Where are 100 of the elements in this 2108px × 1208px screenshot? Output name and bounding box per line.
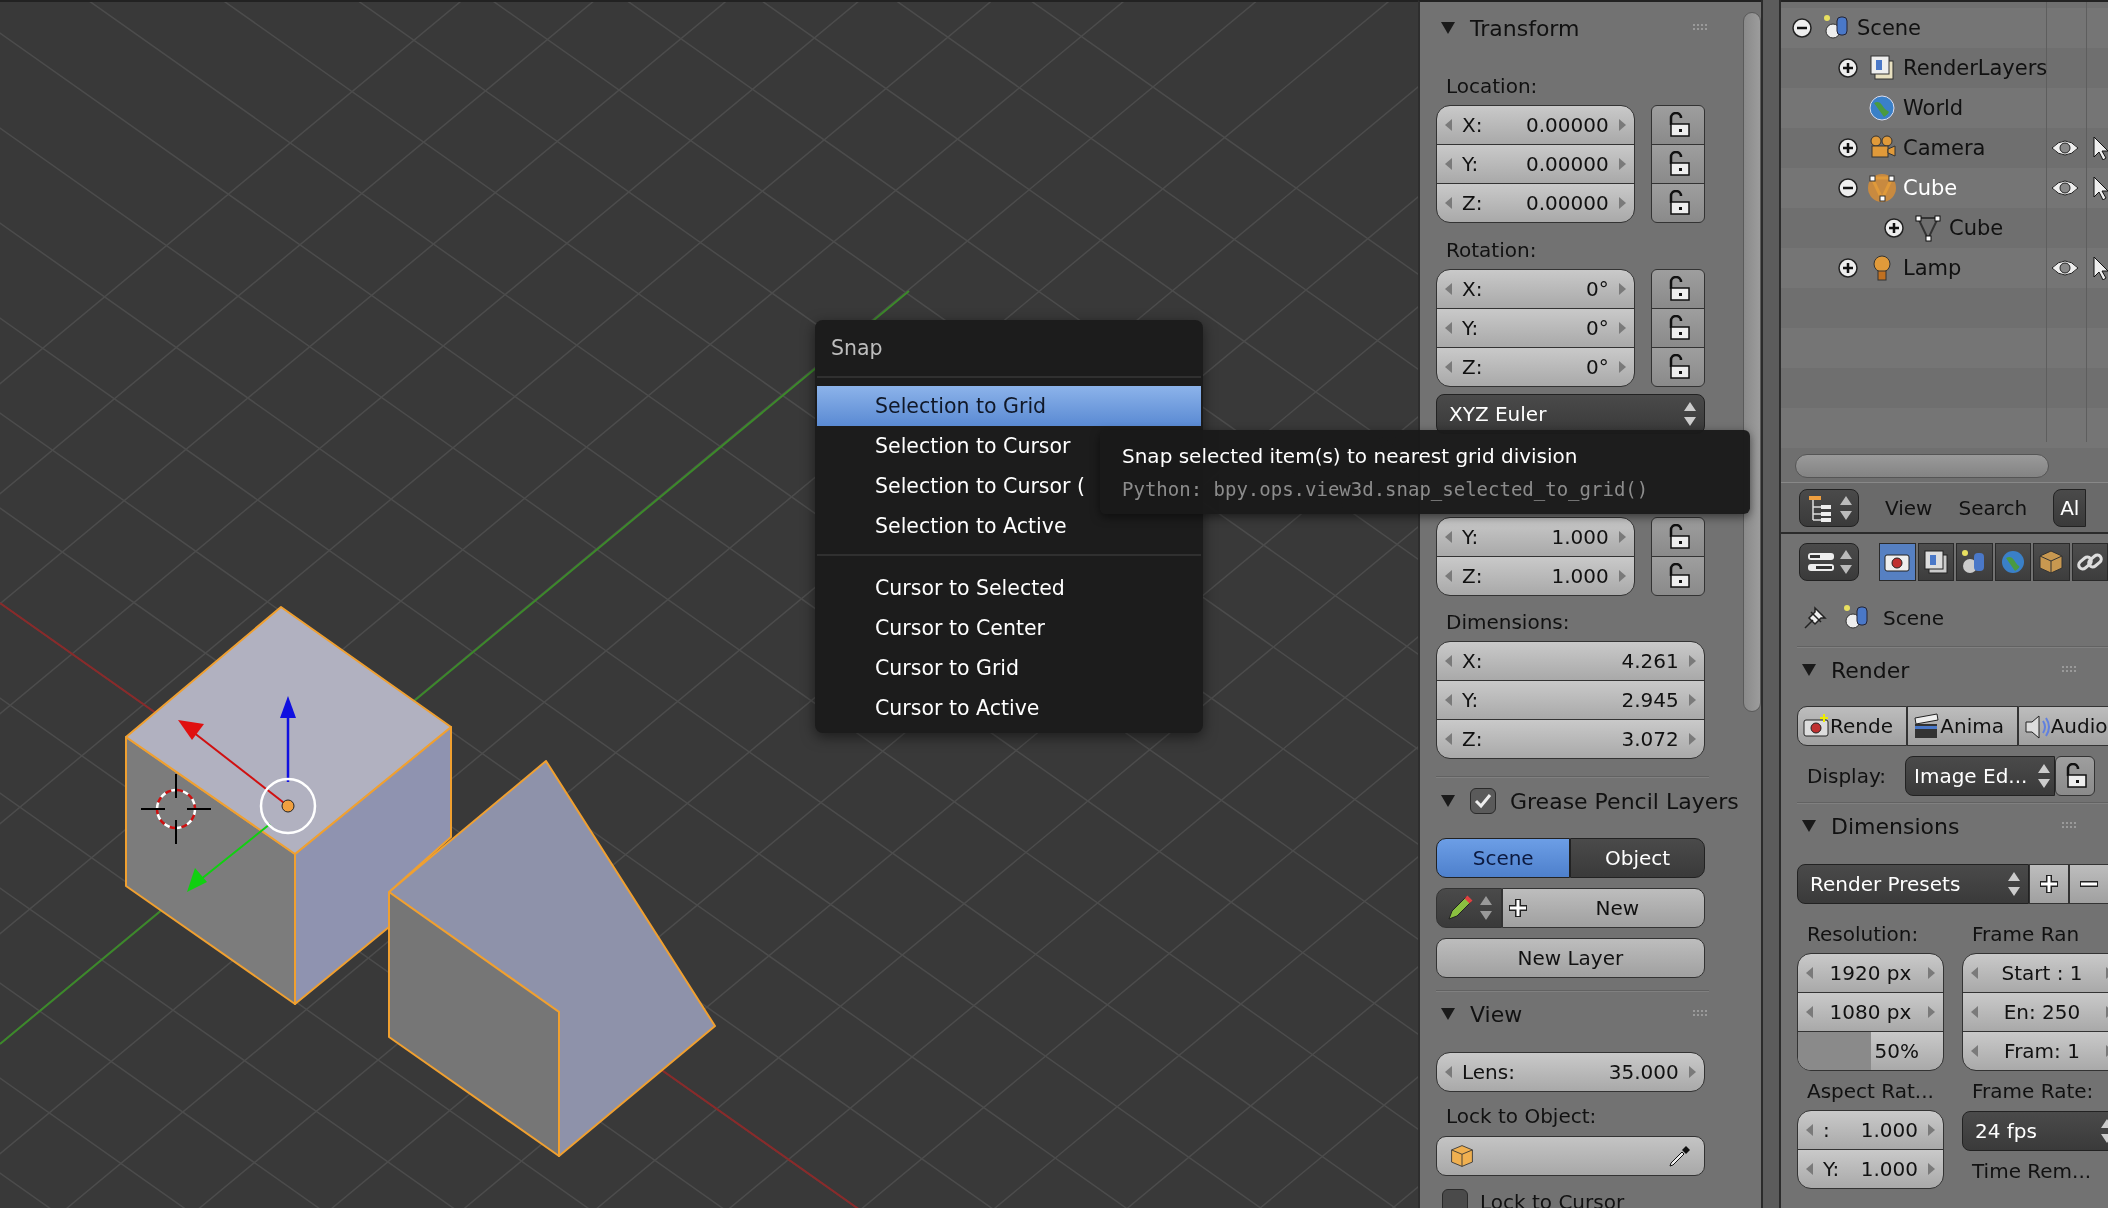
increment-arrow-icon[interactable] bbox=[1618, 197, 1626, 209]
eye-icon[interactable] bbox=[2051, 179, 2079, 197]
panel-title[interactable]: Grease Pencil Layers bbox=[1510, 788, 1739, 814]
number-field[interactable]: Z: 0.00000 bbox=[1436, 183, 1635, 223]
decrement-arrow-icon[interactable] bbox=[1971, 967, 1978, 979]
decrement-arrow-icon[interactable] bbox=[1445, 283, 1452, 295]
decrement-arrow-icon[interactable] bbox=[1806, 967, 1813, 979]
decrement-arrow-icon[interactable] bbox=[1806, 1006, 1813, 1018]
number-field[interactable]: En: 250 bbox=[1962, 992, 2108, 1032]
grip-icon[interactable] bbox=[2062, 822, 2078, 830]
add-preset-button[interactable] bbox=[2029, 864, 2069, 904]
increment-arrow-icon[interactable] bbox=[1928, 1163, 1935, 1175]
increment-arrow-icon[interactable] bbox=[1618, 283, 1626, 295]
decrement-arrow-icon[interactable] bbox=[1971, 1045, 1978, 1057]
outliner-item[interactable]: RenderLayers bbox=[1903, 56, 2048, 80]
disclosure-triangle-icon[interactable] bbox=[1440, 21, 1456, 35]
header-menu[interactable]: View bbox=[1885, 495, 1933, 520]
properties-tab[interactable] bbox=[1879, 543, 1916, 581]
increment-arrow-icon[interactable] bbox=[1618, 531, 1626, 543]
eye-icon[interactable] bbox=[2051, 139, 2079, 157]
tab[interactable]: Object bbox=[1570, 838, 1705, 878]
menu-item[interactable]: Cursor to Center bbox=[817, 608, 1201, 648]
disclosure-triangle-icon[interactable] bbox=[1801, 819, 1817, 833]
increment-arrow-icon[interactable] bbox=[1928, 967, 1935, 979]
number-field[interactable]: X: 4.261 bbox=[1436, 641, 1705, 681]
lock-button[interactable] bbox=[1650, 347, 1705, 387]
increment-arrow-icon[interactable] bbox=[1928, 1006, 1935, 1018]
decrement-arrow-icon[interactable] bbox=[1445, 733, 1452, 745]
disclosure-triangle-icon[interactable] bbox=[1440, 1007, 1456, 1021]
decrement-arrow-icon[interactable] bbox=[1806, 1163, 1813, 1175]
filter-button[interactable]: Al bbox=[2053, 488, 2087, 527]
panel-title[interactable]: Render bbox=[1831, 657, 2048, 683]
decrement-arrow-icon[interactable] bbox=[1445, 655, 1452, 667]
increment-arrow-icon[interactable] bbox=[1688, 694, 1696, 706]
number-field[interactable]: X: 0.00000 bbox=[1436, 105, 1635, 145]
number-field[interactable]: Y: 2.945 bbox=[1436, 680, 1705, 720]
properties-tab[interactable] bbox=[2071, 543, 2108, 581]
number-field[interactable]: Y: 1.000 bbox=[1436, 517, 1635, 557]
presets-dropdown[interactable]: Render Presets bbox=[1797, 864, 2029, 904]
outliner-item[interactable]: Lamp bbox=[1903, 256, 1962, 280]
decrement-arrow-icon[interactable] bbox=[1806, 1124, 1813, 1136]
number-field[interactable]: Z: 3.072 bbox=[1436, 719, 1705, 759]
lock-button[interactable] bbox=[2055, 756, 2095, 796]
menu-item[interactable]: Cursor to Grid bbox=[817, 648, 1201, 688]
number-field[interactable]: Z: 1.000 bbox=[1436, 556, 1635, 596]
new-button[interactable]: New bbox=[1502, 888, 1705, 928]
increment-arrow-icon[interactable] bbox=[1618, 570, 1626, 582]
render-button[interactable]: Rende bbox=[1797, 706, 1908, 746]
number-field[interactable]: 1080 px bbox=[1797, 992, 1944, 1032]
lock-button[interactable] bbox=[1650, 517, 1705, 557]
menu-item[interactable]: Cursor to Selected bbox=[817, 568, 1201, 608]
outliner-item[interactable]: Cube bbox=[1949, 216, 2004, 240]
render-button[interactable]: Anima bbox=[1907, 706, 2018, 746]
mesh-drawing[interactable] bbox=[125, 606, 716, 1157]
new-layer-button[interactable]: New Layer bbox=[1436, 938, 1705, 978]
pointer-icon[interactable] bbox=[2093, 136, 2108, 160]
expand-icon[interactable] bbox=[1838, 258, 1858, 278]
editor-type-button[interactable] bbox=[1799, 543, 1859, 581]
increment-arrow-icon[interactable] bbox=[1618, 361, 1626, 373]
outliner-item[interactable]: Cube bbox=[1903, 176, 1958, 200]
decrement-arrow-icon[interactable] bbox=[1445, 531, 1452, 543]
eyedropper-icon[interactable] bbox=[1667, 1144, 1692, 1168]
number-field[interactable]: Lens: 35.000 bbox=[1436, 1052, 1705, 1092]
number-field[interactable]: Start : 1 bbox=[1962, 953, 2108, 993]
menu-item[interactable]: Selection to Grid bbox=[817, 386, 1201, 426]
lock-button[interactable] bbox=[1650, 144, 1705, 184]
checkbox[interactable] bbox=[1470, 788, 1496, 814]
expand-icon[interactable] bbox=[1838, 138, 1858, 158]
decrement-arrow-icon[interactable] bbox=[1445, 158, 1452, 170]
transform-gizmo-drawing[interactable] bbox=[178, 696, 317, 892]
number-field[interactable]: Y: 1.000 bbox=[1797, 1149, 1944, 1189]
editor-type-button[interactable] bbox=[1799, 488, 1859, 527]
number-field[interactable]: Z: 0° bbox=[1436, 347, 1635, 387]
scrollbar[interactable] bbox=[1795, 454, 2049, 478]
grip-icon[interactable] bbox=[2062, 666, 2078, 674]
number-field[interactable]: Fram: 1 bbox=[1962, 1031, 2108, 1071]
increment-arrow-icon[interactable] bbox=[1688, 655, 1696, 667]
panel-title[interactable]: Transform bbox=[1470, 15, 1679, 41]
checkbox[interactable] bbox=[1442, 1189, 1468, 1208]
lock-button[interactable] bbox=[1650, 556, 1705, 596]
outliner-item[interactable]: Camera bbox=[1903, 136, 1986, 160]
number-field[interactable]: : 1.000 bbox=[1797, 1110, 1944, 1150]
lock-button[interactable] bbox=[1650, 105, 1705, 145]
grip-icon[interactable] bbox=[1692, 24, 1709, 32]
increment-arrow-icon[interactable] bbox=[1618, 322, 1626, 334]
grip-icon[interactable] bbox=[1692, 1010, 1709, 1018]
decrement-arrow-icon[interactable] bbox=[1445, 119, 1452, 131]
menu-item[interactable]: Selection to Active bbox=[817, 506, 1201, 546]
lock-button[interactable] bbox=[1650, 183, 1705, 223]
number-field[interactable]: 1920 px bbox=[1797, 953, 1944, 993]
properties-tab[interactable] bbox=[1917, 543, 1954, 581]
pointer-icon[interactable] bbox=[2093, 256, 2108, 280]
collapse-icon[interactable] bbox=[1838, 178, 1858, 198]
frame-rate-dropdown[interactable]: 24 fps bbox=[1962, 1111, 2108, 1151]
number-field[interactable]: Y: 0° bbox=[1436, 308, 1635, 348]
render-button[interactable]: Audio bbox=[2017, 706, 2108, 746]
object-field[interactable] bbox=[1436, 1136, 1705, 1176]
disclosure-triangle-icon[interactable] bbox=[1440, 794, 1456, 808]
collapse-icon[interactable] bbox=[1792, 18, 1812, 38]
number-field[interactable]: X: 0° bbox=[1436, 269, 1635, 309]
